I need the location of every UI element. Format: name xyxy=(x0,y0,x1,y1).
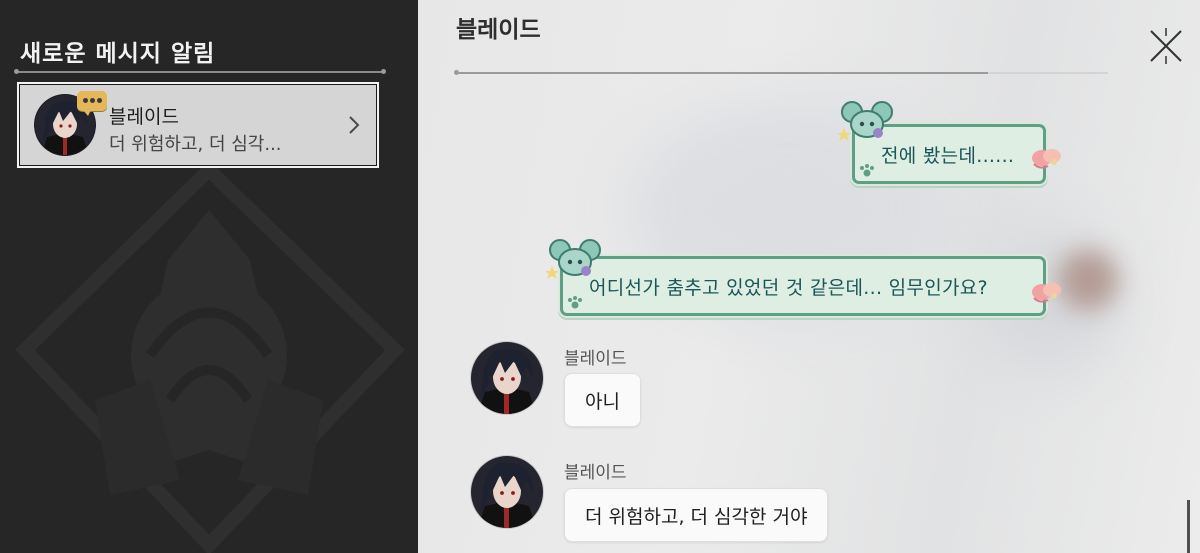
panel-title: 새로운 메시지 알림 xyxy=(20,41,216,67)
flower-sticker-icon xyxy=(1032,283,1061,303)
contact-message-preview: 더 위험하고, 더 심각... xyxy=(109,134,282,155)
paw-icon xyxy=(860,164,874,177)
outgoing-bubble: 어디선가 춤추고 있었던 것 같은데... 임무인가요? xyxy=(560,256,1046,316)
title-divider xyxy=(14,69,386,74)
outgoing-message: 전에 봤는데...... xyxy=(838,100,1078,190)
incoming-bubble: 더 위험하고, 더 심각한 거야 xyxy=(564,488,829,542)
close-icon[interactable] xyxy=(1146,26,1186,66)
chat-scrollbar[interactable] xyxy=(1187,500,1190,553)
chat-header-divider xyxy=(454,70,988,75)
mascot-sticker-icon xyxy=(546,239,601,279)
message-badge-icon xyxy=(77,91,107,116)
chevron-right-icon xyxy=(349,116,360,134)
chat-title: 블레이드 xyxy=(456,17,541,43)
sender-name: 블레이드 xyxy=(564,349,627,369)
chat-header-divider-fade xyxy=(988,72,1108,74)
paw-icon xyxy=(568,296,582,309)
blade-avatar xyxy=(470,455,544,529)
notification-panel: 새로운 메시지 알림 블레이드 더 위험하고, 더 심각... xyxy=(0,0,418,553)
outgoing-text: 어디선가 춤추고 있었던 것 같은데... 임무인가요? xyxy=(589,276,988,299)
contact-name: 블레이드 xyxy=(109,106,179,128)
outgoing-text: 전에 봤는데...... xyxy=(881,144,1015,167)
contact-item-blade[interactable]: 블레이드 더 위험하고, 더 심각... xyxy=(17,82,379,168)
incoming-bubble: 아니 xyxy=(564,373,641,427)
sender-name: 블레이드 xyxy=(564,463,627,483)
flower-sticker-icon xyxy=(1032,149,1061,169)
chat-panel: 블레이드 전에 봤는데...... 어디선가 춤추고 있었던 것 같은데... … xyxy=(418,0,1200,553)
mascot-sticker-icon xyxy=(838,101,893,141)
faction-emblem-watermark xyxy=(15,160,405,553)
outgoing-message: 어디선가 춤추고 있었던 것 같은데... 임무인가요? xyxy=(546,238,1086,318)
blade-avatar xyxy=(470,341,544,415)
